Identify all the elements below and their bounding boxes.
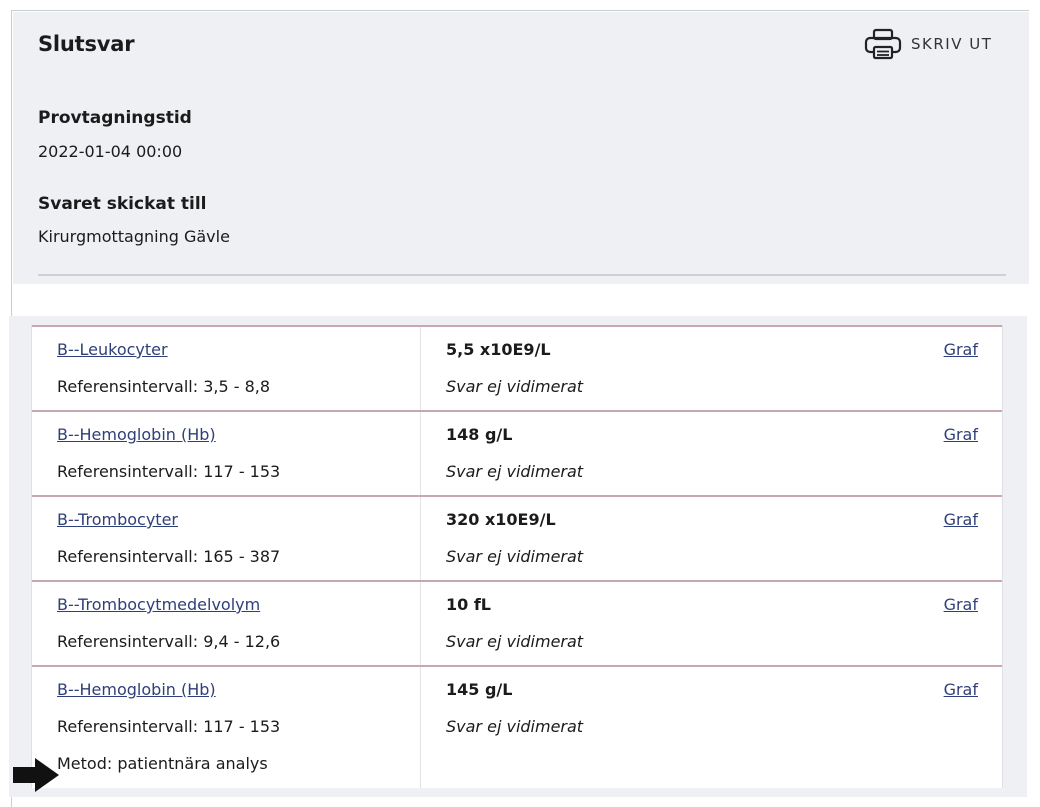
- column-divider: [420, 327, 421, 410]
- graph-link[interactable]: Graf: [944, 510, 978, 529]
- method-note: Metod: patientnära analys: [57, 754, 268, 773]
- results-section: B--Leukocyter Referensintervall: 3,5 - 8…: [9, 316, 1027, 797]
- result-status: Svar ej vidimerat: [446, 717, 584, 736]
- table-row: B--Trombocyter Referensintervall: 165 - …: [32, 495, 1002, 580]
- table-row: B--Hemoglobin (Hb) Referensintervall: 11…: [32, 665, 1002, 788]
- table-row: B--Trombocytmedelvolym Referensintervall…: [32, 580, 1002, 665]
- column-divider: [420, 667, 421, 788]
- analysis-name-link[interactable]: B--Leukocyter: [57, 340, 168, 359]
- sampling-time-label: Provtagningstid: [38, 108, 192, 128]
- result-value: 320 x10E9/L: [446, 510, 556, 529]
- print-button[interactable]: SKRIV UT: [863, 28, 992, 60]
- result-status: Svar ej vidimerat: [446, 547, 584, 566]
- header-divider: [38, 274, 1006, 276]
- table-row: B--Leukocyter Referensintervall: 3,5 - 8…: [32, 325, 1002, 410]
- reference-interval: Referensintervall: 9,4 - 12,6: [57, 632, 281, 651]
- summary-panel: Slutsvar SKRIV UT Provtagningstid 2022-0…: [13, 12, 1029, 284]
- sampling-time-value: 2022-01-04 00:00: [38, 142, 183, 161]
- result-value: 5,5 x10E9/L: [446, 340, 551, 359]
- result-status: Svar ej vidimerat: [446, 377, 584, 396]
- reference-interval: Referensintervall: 165 - 387: [57, 547, 281, 566]
- graph-link[interactable]: Graf: [944, 595, 978, 614]
- reference-interval: Referensintervall: 117 - 153: [57, 717, 281, 736]
- results-table: B--Leukocyter Referensintervall: 3,5 - 8…: [31, 325, 1003, 788]
- printer-icon: [863, 28, 903, 60]
- analysis-name-link[interactable]: B--Trombocyter: [57, 510, 178, 529]
- result-value: 148 g/L: [446, 425, 513, 444]
- result-value: 10 fL: [446, 595, 491, 614]
- table-row: B--Hemoglobin (Hb) Referensintervall: 11…: [32, 410, 1002, 495]
- graph-link[interactable]: Graf: [944, 680, 978, 699]
- print-label: SKRIV UT: [911, 35, 993, 53]
- result-status: Svar ej vidimerat: [446, 632, 584, 651]
- analysis-name-link[interactable]: B--Hemoglobin (Hb): [57, 680, 216, 699]
- reference-interval: Referensintervall: 3,5 - 8,8: [57, 377, 271, 396]
- result-status: Svar ej vidimerat: [446, 462, 584, 481]
- analysis-name-link[interactable]: B--Hemoglobin (Hb): [57, 425, 216, 444]
- arrow-right-icon: [13, 758, 59, 796]
- sent-to-value: Kirurgmottagning Gävle: [38, 227, 230, 246]
- graph-link[interactable]: Graf: [944, 425, 978, 444]
- graph-link[interactable]: Graf: [944, 340, 978, 359]
- column-divider: [420, 582, 421, 665]
- sent-to-label: Svaret skickat till: [38, 194, 207, 214]
- result-value: 145 g/L: [446, 680, 513, 699]
- column-divider: [420, 497, 421, 580]
- analysis-name-link[interactable]: B--Trombocytmedelvolym: [57, 595, 260, 614]
- reference-interval: Referensintervall: 117 - 153: [57, 462, 281, 481]
- page-title: Slutsvar: [38, 32, 135, 56]
- column-divider: [420, 412, 421, 495]
